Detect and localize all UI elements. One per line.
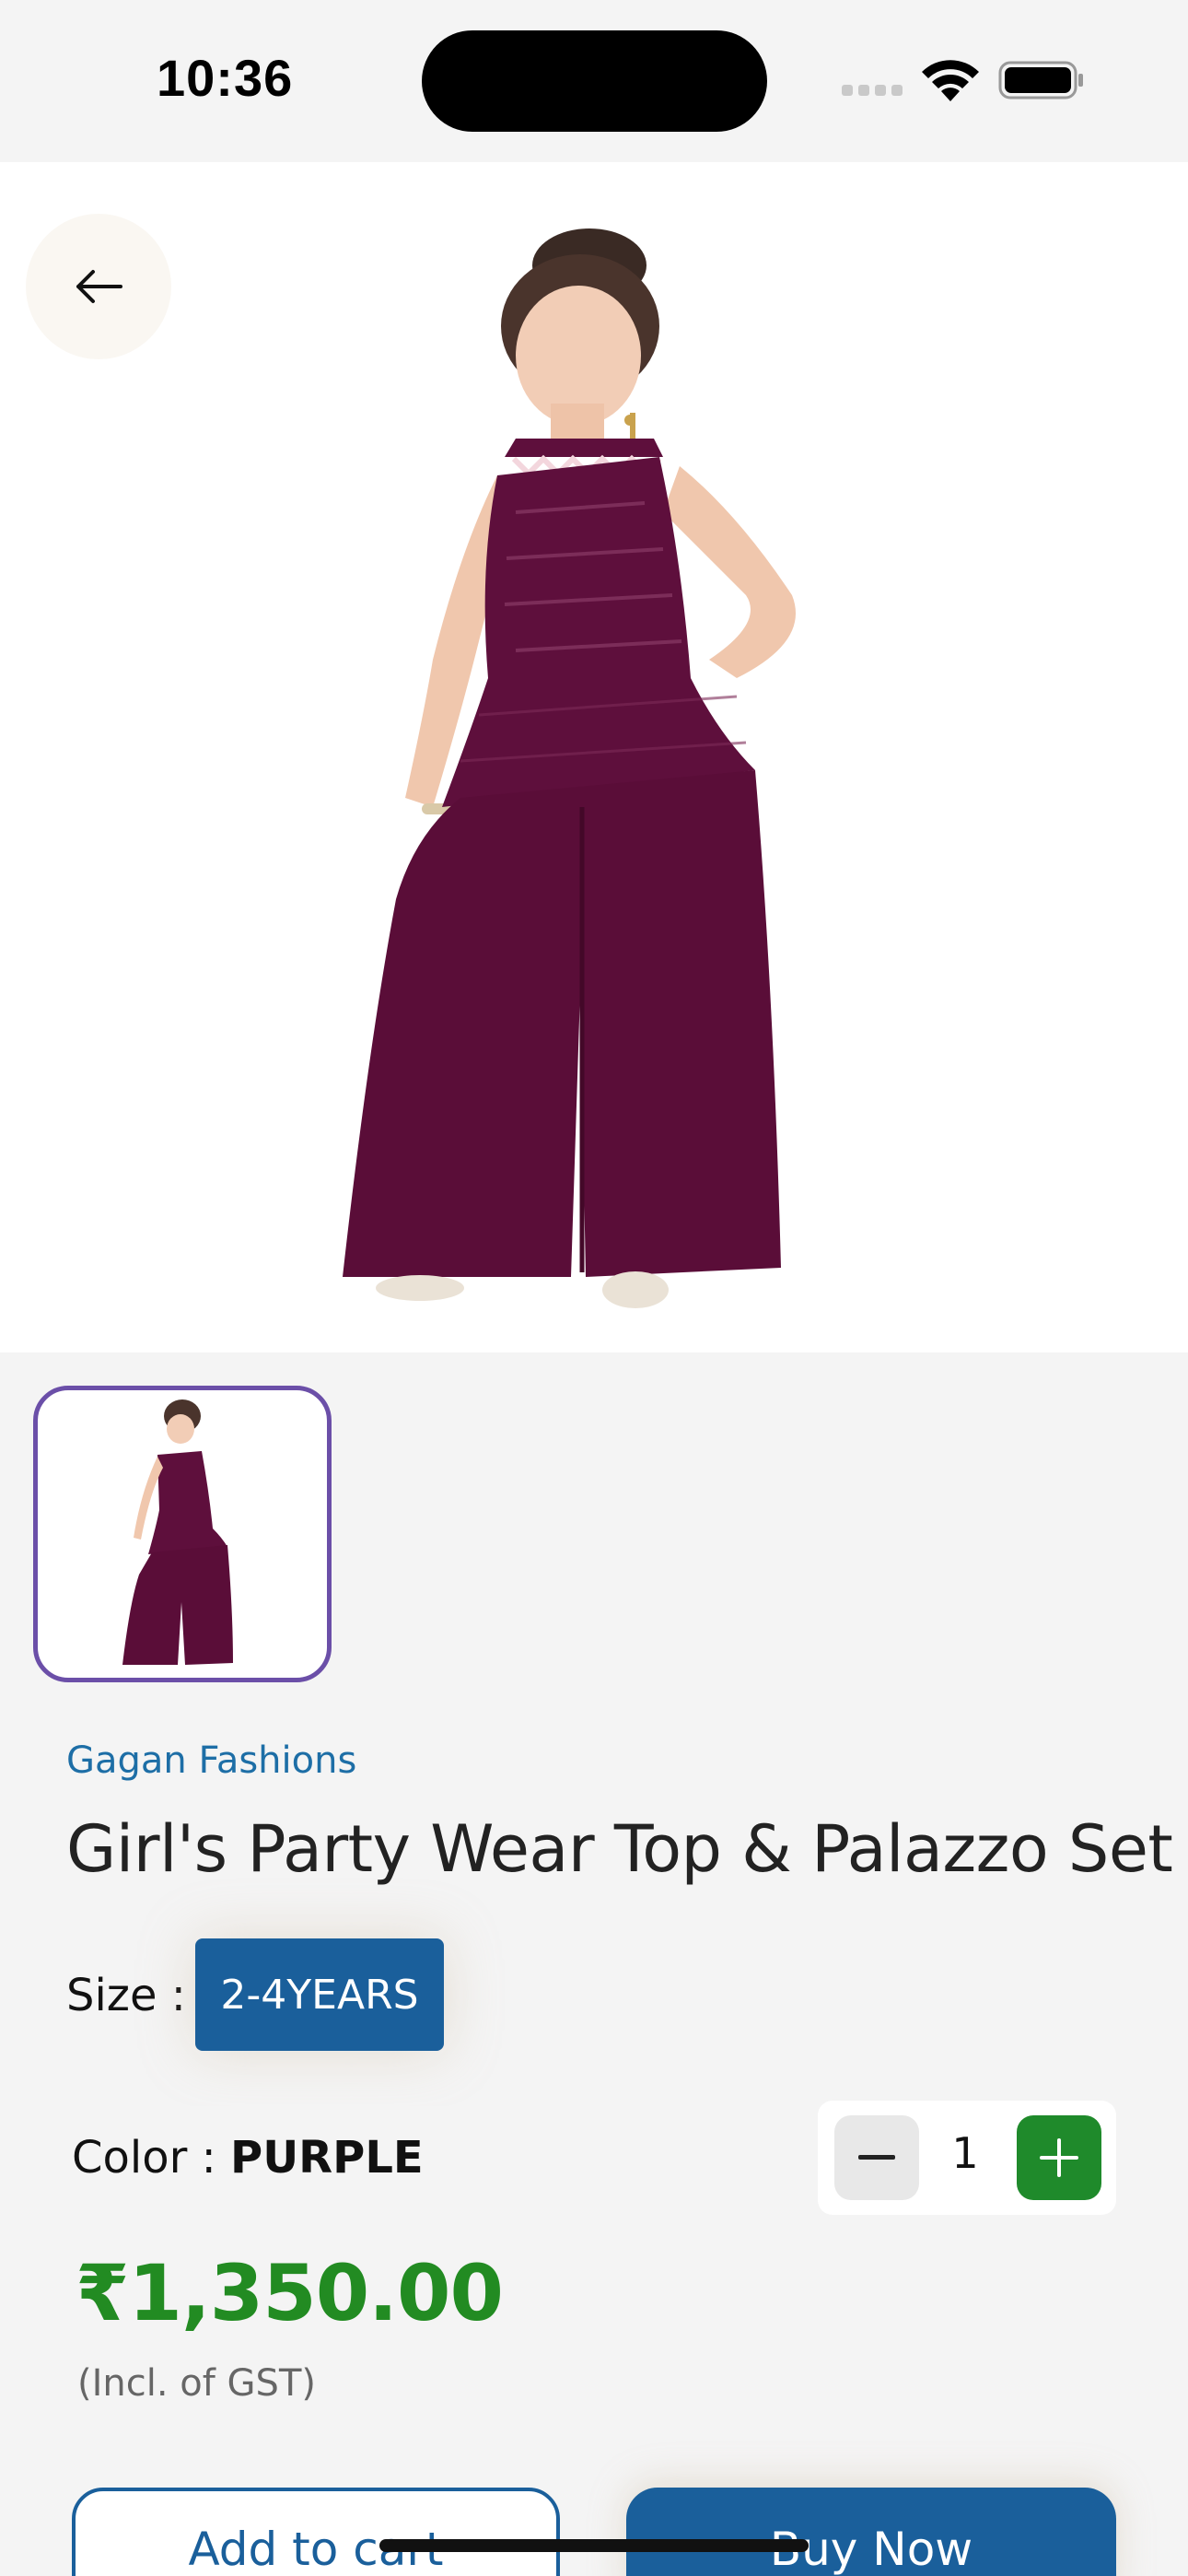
decrease-quantity-button[interactable] [834, 2115, 919, 2200]
color-label: Color : [72, 2132, 216, 2184]
add-to-cart-button[interactable]: Add to cart [72, 2488, 560, 2576]
quantity-value: 1 [951, 2128, 979, 2178]
size-option-selected[interactable]: 2-4YEARS [195, 1938, 444, 2051]
product-title: Girl's Party Wear Top & Palazzo Set [66, 1811, 1173, 1887]
product-thumbnail[interactable] [33, 1386, 332, 1682]
wifi-icon [922, 60, 979, 101]
buy-now-button[interactable]: Buy Now [626, 2488, 1116, 2576]
tax-note: (Incl. of GST) [77, 2362, 316, 2405]
dynamic-island [422, 30, 767, 132]
status-time: 10:36 [157, 49, 294, 107]
signal-icon [842, 85, 906, 98]
increase-quantity-button[interactable] [1017, 2115, 1101, 2200]
thumbnail-image [122, 1399, 233, 1665]
color-row: Color : PURPLE [72, 2132, 424, 2184]
color-value: PURPLE [230, 2132, 424, 2184]
minus-icon [858, 2155, 895, 2160]
quantity-stepper: 1 [818, 2101, 1116, 2215]
size-label: Size : [66, 1970, 186, 2021]
back-arrow-icon [76, 270, 122, 303]
plus-icon [1040, 2138, 1078, 2177]
back-button[interactable] [26, 214, 171, 359]
battery-icon [998, 61, 1083, 100]
status-bar: 10:36 [0, 0, 1188, 162]
product-detail-screen: 10:36 Gagan Fashions Girl's Party Wear T… [0, 0, 1188, 2576]
product-image[interactable] [0, 162, 1188, 1352]
brand-name[interactable]: Gagan Fashions [66, 1739, 356, 1782]
product-price: ₹1,350.00 [76, 2248, 504, 2338]
product-illustration [343, 228, 796, 1308]
home-indicator[interactable] [379, 2539, 809, 2552]
